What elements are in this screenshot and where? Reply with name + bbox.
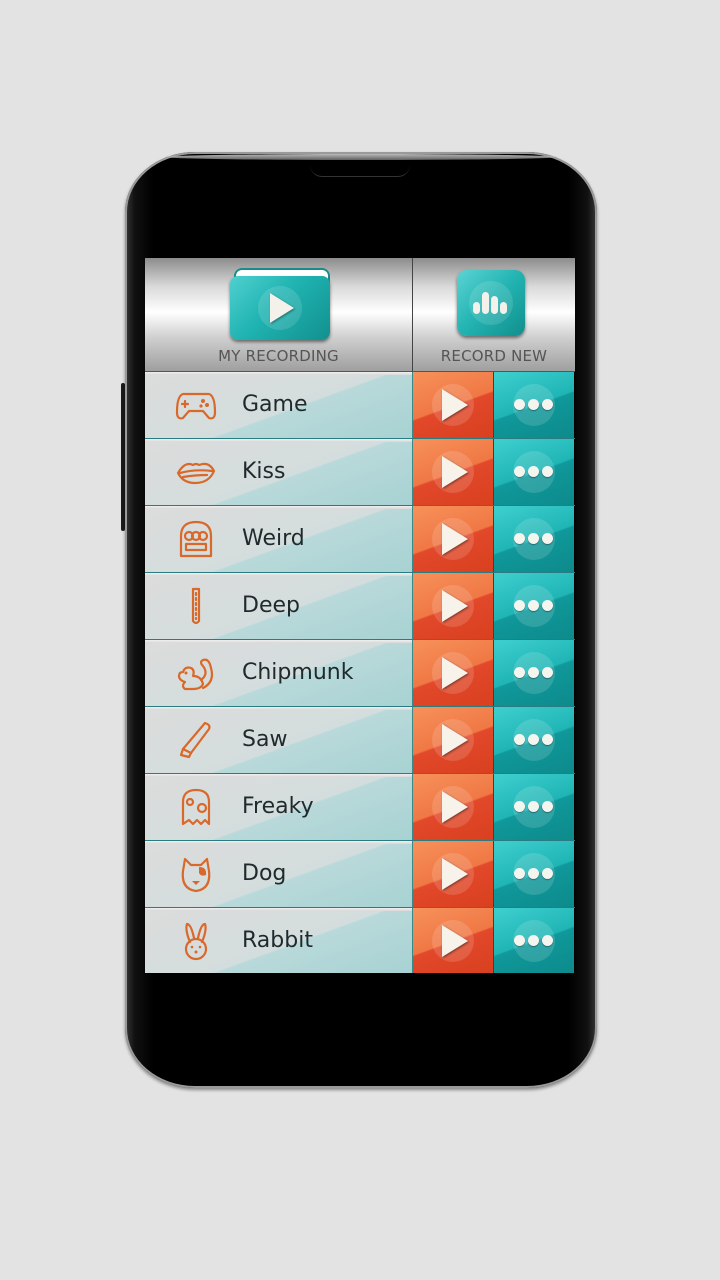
more-options-button[interactable]: [494, 774, 574, 840]
effect-label: Deep: [242, 593, 300, 618]
more-dots-icon: [514, 801, 553, 812]
effect-name-cell[interactable]: Freaky: [145, 774, 413, 840]
more-options-button[interactable]: [494, 372, 574, 438]
gamepad-icon: [175, 384, 217, 426]
more-options-button[interactable]: [494, 573, 574, 639]
play-button[interactable]: [413, 774, 494, 840]
header: MY RECORDING RECORD NEW: [145, 258, 575, 372]
play-button[interactable]: [413, 372, 494, 438]
record-new-label: RECORD NEW: [440, 347, 548, 365]
effect-label: Kiss: [242, 459, 286, 484]
effect-name-cell[interactable]: Dog: [145, 841, 413, 907]
play-icon: [442, 858, 468, 890]
effect-row: Dog: [145, 841, 575, 908]
play-icon: [442, 925, 468, 957]
effect-row: Weird: [145, 506, 575, 573]
my-recording-button[interactable]: MY RECORDING: [145, 258, 413, 372]
speaker-notch: [310, 160, 410, 177]
effect-label: Freaky: [242, 794, 314, 819]
play-button[interactable]: [413, 841, 494, 907]
more-dots-icon: [514, 667, 553, 678]
effect-label: Dog: [242, 861, 287, 886]
effect-row: Kiss: [145, 439, 575, 506]
tube-icon: [175, 585, 217, 627]
my-recording-label: MY RECORDING: [218, 347, 339, 365]
more-dots-icon: [514, 399, 553, 410]
play-icon: [442, 590, 468, 622]
more-dots-icon: [514, 533, 553, 544]
squirrel-icon: [175, 652, 217, 694]
play-icon: [442, 389, 468, 421]
play-button[interactable]: [413, 506, 494, 572]
more-dots-icon: [514, 734, 553, 745]
play-icon: [442, 456, 468, 488]
play-button[interactable]: [413, 573, 494, 639]
more-options-button[interactable]: [494, 439, 574, 505]
effect-label: Game: [242, 392, 308, 417]
dog-icon: [175, 853, 217, 895]
effect-name-cell[interactable]: Chipmunk: [145, 640, 413, 706]
play-button[interactable]: [413, 439, 494, 505]
effect-label: Saw: [242, 727, 288, 752]
effect-row: Freaky: [145, 774, 575, 841]
more-options-button[interactable]: [494, 908, 574, 973]
effect-name-cell[interactable]: Deep: [145, 573, 413, 639]
effect-name-cell[interactable]: Weird: [145, 506, 413, 572]
record-new-button[interactable]: RECORD NEW: [413, 258, 575, 372]
play-button[interactable]: [413, 640, 494, 706]
effect-label: Rabbit: [242, 928, 313, 953]
more-dots-icon: [514, 600, 553, 611]
effect-row: Saw: [145, 707, 575, 774]
ghost-icon: [175, 786, 217, 828]
more-dots-icon: [514, 935, 553, 946]
effect-row: Game: [145, 372, 575, 439]
app-screen: MY RECORDING RECORD NEW Game Kiss Weird …: [145, 258, 575, 973]
play-button[interactable]: [413, 908, 494, 973]
effect-label: Weird: [242, 526, 305, 551]
effects-list: Game Kiss Weird Deep Chipmunk Saw Freaky…: [145, 372, 575, 973]
effect-row: Chipmunk: [145, 640, 575, 707]
folder-play-icon: [230, 268, 330, 340]
rabbit-icon: [175, 920, 217, 962]
sound-bars-icon: [457, 270, 525, 336]
play-icon: [442, 724, 468, 756]
effect-row: Rabbit: [145, 908, 575, 973]
effect-name-cell[interactable]: Rabbit: [145, 908, 413, 973]
play-button[interactable]: [413, 707, 494, 773]
more-options-button[interactable]: [494, 506, 574, 572]
play-icon: [442, 657, 468, 689]
more-dots-icon: [514, 868, 553, 879]
effect-name-cell[interactable]: Game: [145, 372, 413, 438]
more-dots-icon: [514, 466, 553, 477]
effect-name-cell[interactable]: Saw: [145, 707, 413, 773]
more-options-button[interactable]: [494, 707, 574, 773]
play-icon: [442, 523, 468, 555]
lips-icon: [175, 451, 217, 493]
more-options-button[interactable]: [494, 841, 574, 907]
more-options-button[interactable]: [494, 640, 574, 706]
play-icon: [442, 791, 468, 823]
effect-name-cell[interactable]: Kiss: [145, 439, 413, 505]
effect-label: Chipmunk: [242, 660, 354, 685]
robot-icon: [175, 518, 217, 560]
saw-icon: [175, 719, 217, 761]
effect-row: Deep: [145, 573, 575, 640]
